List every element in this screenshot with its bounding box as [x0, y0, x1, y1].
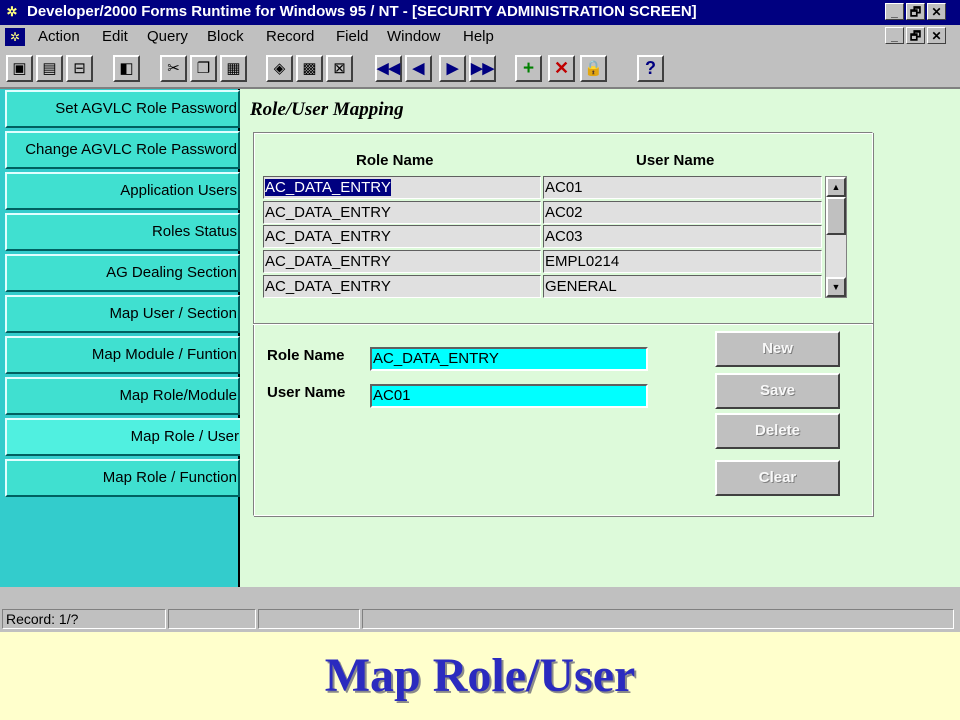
nav-panel: Set AGVLC Role Password Change AGVLC Rol…	[0, 89, 242, 587]
grid-user-cell[interactable]: EMPL0214	[543, 250, 822, 273]
grid-user-cell[interactable]: AC03	[543, 225, 822, 248]
menu-action[interactable]: Action	[38, 28, 80, 45]
nav-set-agvlc-role-password[interactable]: Set AGVLC Role Password	[5, 90, 240, 128]
menu-edit[interactable]: Edit	[102, 28, 128, 45]
grid-role-cell[interactable]: AC_DATA_ENTRY	[263, 201, 541, 224]
column-header-user-name: User Name	[636, 152, 715, 169]
nav-map-role-function[interactable]: Map Role / Function	[5, 459, 240, 497]
grid-role-cell[interactable]: AC_DATA_ENTRY	[263, 275, 541, 298]
menu-help[interactable]: Help	[463, 28, 494, 45]
new-button[interactable]: New	[715, 331, 840, 367]
menu-bar: ✲ Action Edit Query Block Record Field W…	[0, 25, 960, 49]
nav-roles-status[interactable]: Roles Status	[5, 213, 240, 251]
scroll-up-icon[interactable]: ▲	[826, 177, 846, 197]
record-status: Record: 1/?	[2, 609, 166, 629]
close-button[interactable]: ✕	[927, 3, 946, 20]
grid-user-cell[interactable]: AC02	[543, 201, 822, 224]
content-area: Role/User Mapping Role Name User Name AC…	[240, 89, 960, 587]
nav-ag-dealing-section[interactable]: AG Dealing Section	[5, 254, 240, 292]
previous-record-icon[interactable]: ◀	[405, 55, 432, 82]
clear-button[interactable]: Clear	[715, 460, 840, 496]
grid-user-cell[interactable]: AC01	[543, 176, 822, 199]
child-restore-button[interactable]: 🗗	[906, 27, 925, 44]
window-title: Developer/2000 Forms Runtime for Windows…	[27, 3, 697, 20]
user-name-field[interactable]: AC01	[370, 384, 648, 408]
enter-query-icon[interactable]: ◈	[266, 55, 293, 82]
toolbar: ▣ ▤ ⊟ ◧ ✂ ❐ ▦ ◈ ▩ ⊠ ◀◀ ◀ ▶ ▶▶ + ✕ 🔒 ?	[0, 49, 960, 89]
grid-user-cell[interactable]: GENERAL	[543, 275, 822, 298]
status-field-2	[168, 609, 256, 629]
grid-role-cell[interactable]: AC_DATA_ENTRY	[263, 250, 541, 273]
copy-icon[interactable]: ❐	[190, 55, 217, 82]
lock-record-icon[interactable]: 🔒	[580, 55, 607, 82]
delete-record-icon[interactable]: ✕	[548, 55, 575, 82]
paste-icon[interactable]: ▦	[220, 55, 247, 82]
window-title-bar: ✲ Developer/2000 Forms Runtime for Windo…	[0, 0, 960, 25]
insert-record-icon[interactable]: +	[515, 55, 542, 82]
user-name-label: User Name	[267, 384, 346, 401]
status-bar: Record: 1/?	[0, 587, 960, 632]
save-icon[interactable]: ▣	[6, 55, 33, 82]
menu-window[interactable]: Window	[387, 28, 440, 45]
nav-change-agvlc-role-password[interactable]: Change AGVLC Role Password	[5, 131, 240, 169]
grid-role-cell[interactable]: AC_DATA_ENTRY	[263, 225, 541, 248]
nav-map-module-funtion[interactable]: Map Module / Funtion	[5, 336, 240, 374]
restore-button[interactable]: 🗗	[906, 3, 925, 20]
nav-map-role-module[interactable]: Map Role/Module	[5, 377, 240, 415]
status-field-3	[258, 609, 360, 629]
role-name-label: Role Name	[267, 347, 345, 364]
selected-text: AC_DATA_ENTRY	[265, 179, 391, 196]
grid-role-cell[interactable]: AC_DATA_ENTRY	[263, 176, 541, 199]
last-record-icon[interactable]: ▶▶	[469, 55, 496, 82]
scroll-down-icon[interactable]: ▼	[826, 277, 846, 297]
cut-icon[interactable]: ✂	[160, 55, 187, 82]
section-title: Role/User Mapping	[250, 99, 404, 120]
save-button[interactable]: Save	[715, 373, 840, 409]
first-record-icon[interactable]: ◀◀	[375, 55, 402, 82]
nav-application-users[interactable]: Application Users	[5, 172, 240, 210]
nav-map-user-section[interactable]: Map User / Section	[5, 295, 240, 333]
child-minimize-button[interactable]: _	[885, 27, 904, 44]
help-icon[interactable]: ?	[637, 55, 664, 82]
app-icon: ✲	[6, 4, 18, 19]
minimize-button[interactable]: _	[885, 3, 904, 20]
menu-record[interactable]: Record	[266, 28, 314, 45]
cancel-query-icon[interactable]: ⊠	[326, 55, 353, 82]
execute-query-icon[interactable]: ▩	[296, 55, 323, 82]
next-record-icon[interactable]: ▶	[439, 55, 466, 82]
menu-field[interactable]: Field	[336, 28, 369, 45]
status-field-4	[362, 609, 954, 629]
menu-query[interactable]: Query	[147, 28, 188, 45]
frame-divider	[253, 323, 873, 325]
menu-block[interactable]: Block	[207, 28, 244, 45]
delete-button[interactable]: Delete	[715, 413, 840, 449]
door-icon[interactable]: ◧	[113, 55, 140, 82]
scroll-thumb[interactable]	[826, 197, 846, 235]
slide-caption: Map Role/User	[324, 649, 636, 702]
role-name-field[interactable]: AC_DATA_ENTRY	[370, 347, 648, 371]
grid-scrollbar[interactable]: ▲ ▼	[825, 176, 847, 298]
form-icon[interactable]: ✲	[5, 28, 25, 46]
nav-map-role-user[interactable]: Map Role / User	[5, 418, 242, 456]
exit-icon[interactable]: ⊟	[66, 55, 93, 82]
child-close-button[interactable]: ✕	[927, 27, 946, 44]
column-header-role-name: Role Name	[356, 152, 434, 169]
print-icon[interactable]: ▤	[36, 55, 63, 82]
